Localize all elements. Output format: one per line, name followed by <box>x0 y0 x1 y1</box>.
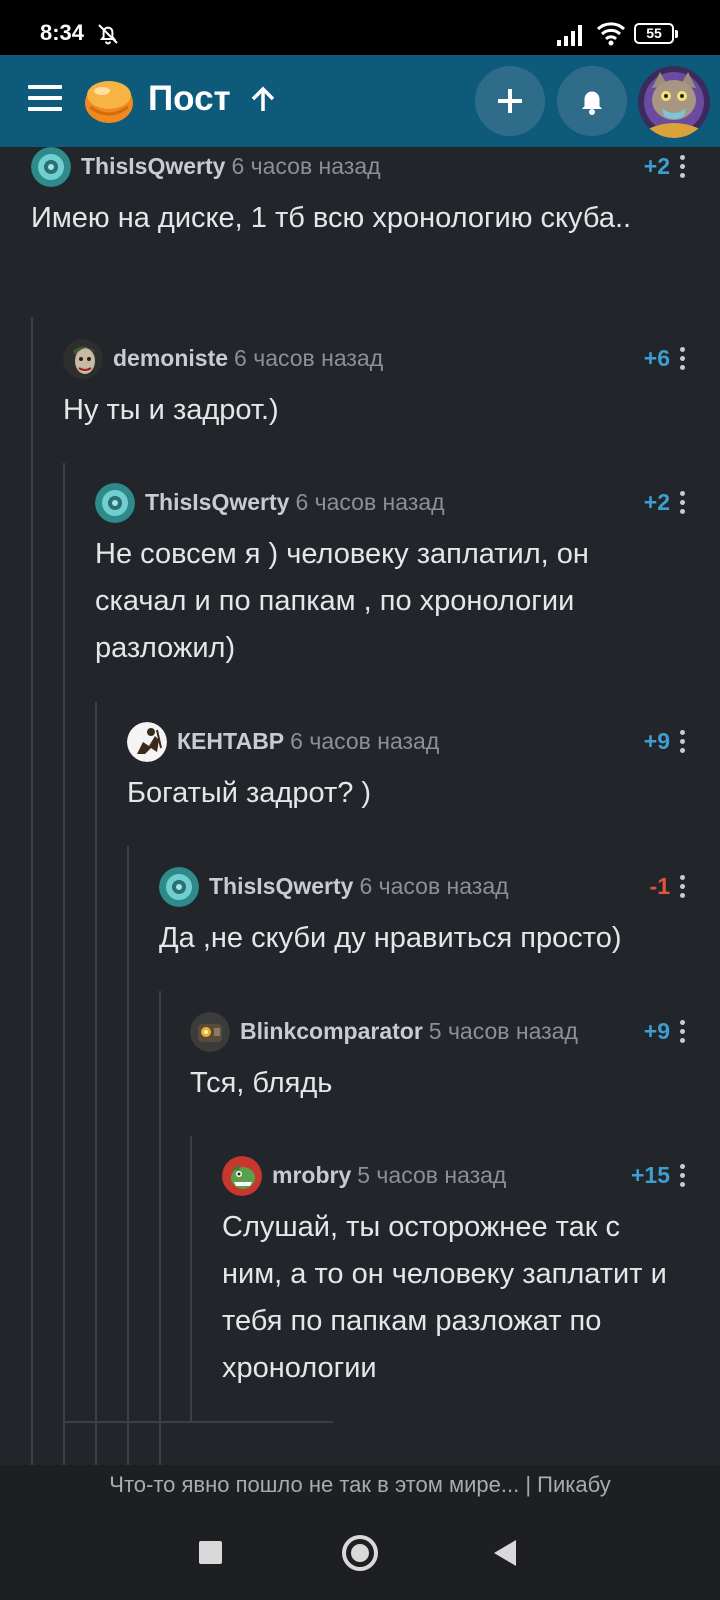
more-options-icon[interactable] <box>680 730 686 756</box>
back-button[interactable] <box>494 1540 516 1566</box>
comment-text: Тся, блядь <box>190 1067 333 1099</box>
comment-text: Да ,не скуби ду нравиться просто) <box>159 922 622 954</box>
bell-icon <box>582 91 602 115</box>
commenter-avatar[interactable] <box>190 1012 230 1052</box>
more-options-icon[interactable] <box>680 491 686 517</box>
comment: mrobry 5 часов назад +15 Слушай, ты остор… <box>222 1156 720 1392</box>
comment-rating[interactable]: +9 <box>644 1018 670 1045</box>
comment-rating[interactable]: -1 <box>650 873 670 900</box>
comment-time: 5 часов назад <box>357 1162 507 1188</box>
comment-thread: ThisIsQwerty 6 часов назад +2 Имею на дис… <box>0 147 720 1465</box>
commenter-avatar[interactable] <box>222 1156 262 1196</box>
thread-line <box>95 702 97 1465</box>
status-time: 8:34 <box>40 20 85 45</box>
comment-username[interactable]: ThisIsQwerty 6 часов назад <box>145 489 445 516</box>
thread-line <box>159 991 161 1465</box>
signal-icon <box>557 25 582 46</box>
comment-time: 5 часов назад <box>428 1018 578 1044</box>
commenter-avatar[interactable] <box>95 483 135 523</box>
home-button[interactable] <box>342 1535 378 1571</box>
system-nav-bar <box>0 1505 720 1600</box>
comment-username[interactable]: mrobry 5 часов назад <box>272 1162 506 1189</box>
comment-text: Слушай, ты осторожнее так с ним, а то он… <box>222 1211 667 1384</box>
wifi-icon <box>596 22 626 46</box>
arrow-up-icon[interactable] <box>248 85 278 115</box>
battery-indicator: 55 <box>634 23 678 44</box>
comment-username[interactable]: ThisIsQwerty 6 часов назад <box>81 153 381 180</box>
comment: ThisIsQwerty 6 часов назад +2 Имею на дис… <box>31 147 720 242</box>
commenter-avatar[interactable] <box>159 867 199 907</box>
pikabu-logo-icon[interactable] <box>82 73 136 127</box>
comment-username[interactable]: КЕНТАВР 6 часов назад <box>177 728 439 755</box>
more-options-icon[interactable] <box>680 347 686 373</box>
username-text[interactable]: ThisIsQwerty <box>209 873 353 899</box>
comment: КЕНТАВР 6 часов назад +9 Богатый задрот? … <box>127 722 720 817</box>
username-text[interactable]: mrobry <box>272 1162 351 1188</box>
user-avatar[interactable] <box>638 66 710 138</box>
recents-button[interactable] <box>199 1541 222 1564</box>
comment-rating[interactable]: +6 <box>644 345 670 372</box>
comment-username[interactable]: demoniste 6 часов назад <box>113 345 383 372</box>
comment: demoniste 6 часов назад +6 Ну ты и задрот… <box>63 339 720 434</box>
comment-text: Богатый задрот? ) <box>127 777 372 809</box>
username-text[interactable]: ThisIsQwerty <box>145 489 289 515</box>
comment-rating[interactable]: +2 <box>644 489 670 516</box>
username-text[interactable]: ThisIsQwerty <box>81 153 225 179</box>
page-title-footer: Что-то явно пошло не так в этом мире... … <box>0 1465 720 1505</box>
status-bar: 8:34 55 <box>0 0 720 55</box>
thread-line <box>127 846 129 1465</box>
comment-text: Имею на диске, 1 тб всю хронологию скуба… <box>31 202 632 234</box>
comment-time: 6 часов назад <box>231 153 381 179</box>
thread-line <box>63 463 65 1465</box>
commenter-avatar[interactable] <box>127 722 167 762</box>
comment-text: Не совсем я ) человеку заплатил, он скач… <box>95 538 589 664</box>
thread-line <box>31 317 33 1465</box>
more-options-icon[interactable] <box>680 155 686 181</box>
thread-divider <box>63 1421 333 1423</box>
comment-rating[interactable]: +9 <box>644 728 670 755</box>
add-post-button[interactable] <box>475 66 545 136</box>
notifications-button[interactable] <box>557 66 627 136</box>
menu-icon[interactable] <box>28 85 62 115</box>
comment-username[interactable]: ThisIsQwerty 6 часов назад <box>209 873 509 900</box>
comment-time: 6 часов назад <box>290 728 440 754</box>
username-text[interactable]: demoniste <box>113 345 228 371</box>
comment-text: Ну ты и задрот.) <box>63 394 279 426</box>
thread-line <box>190 1136 192 1423</box>
plus-icon <box>498 89 522 113</box>
app-header: Пост <box>0 55 720 147</box>
page-title: Пост <box>148 79 231 118</box>
commenter-avatar[interactable] <box>63 339 103 379</box>
more-options-icon[interactable] <box>680 1164 686 1190</box>
more-options-icon[interactable] <box>680 875 686 901</box>
comment-username[interactable]: Blinkcomparator 5 часов назад <box>240 1018 578 1045</box>
username-text[interactable]: КЕНТАВР <box>177 728 284 754</box>
comment: Blinkcomparator 5 часов назад +9 Тся, бля… <box>190 1012 720 1107</box>
comment: ThisIsQwerty 6 часов назад -1 Да ,не скуб… <box>159 867 720 962</box>
username-text[interactable]: Blinkcomparator <box>240 1018 423 1044</box>
commenter-avatar[interactable] <box>31 147 71 187</box>
comment-rating[interactable]: +15 <box>631 1162 670 1189</box>
comment-rating[interactable]: +2 <box>644 153 670 180</box>
comment: ThisIsQwerty 6 часов назад +2 Не совсем я… <box>95 483 720 672</box>
bell-off-icon <box>98 24 118 45</box>
comment-time: 6 часов назад <box>234 345 384 371</box>
comment-time: 6 часов назад <box>359 873 509 899</box>
comment-time: 6 часов назад <box>295 489 445 515</box>
more-options-icon[interactable] <box>680 1020 686 1046</box>
